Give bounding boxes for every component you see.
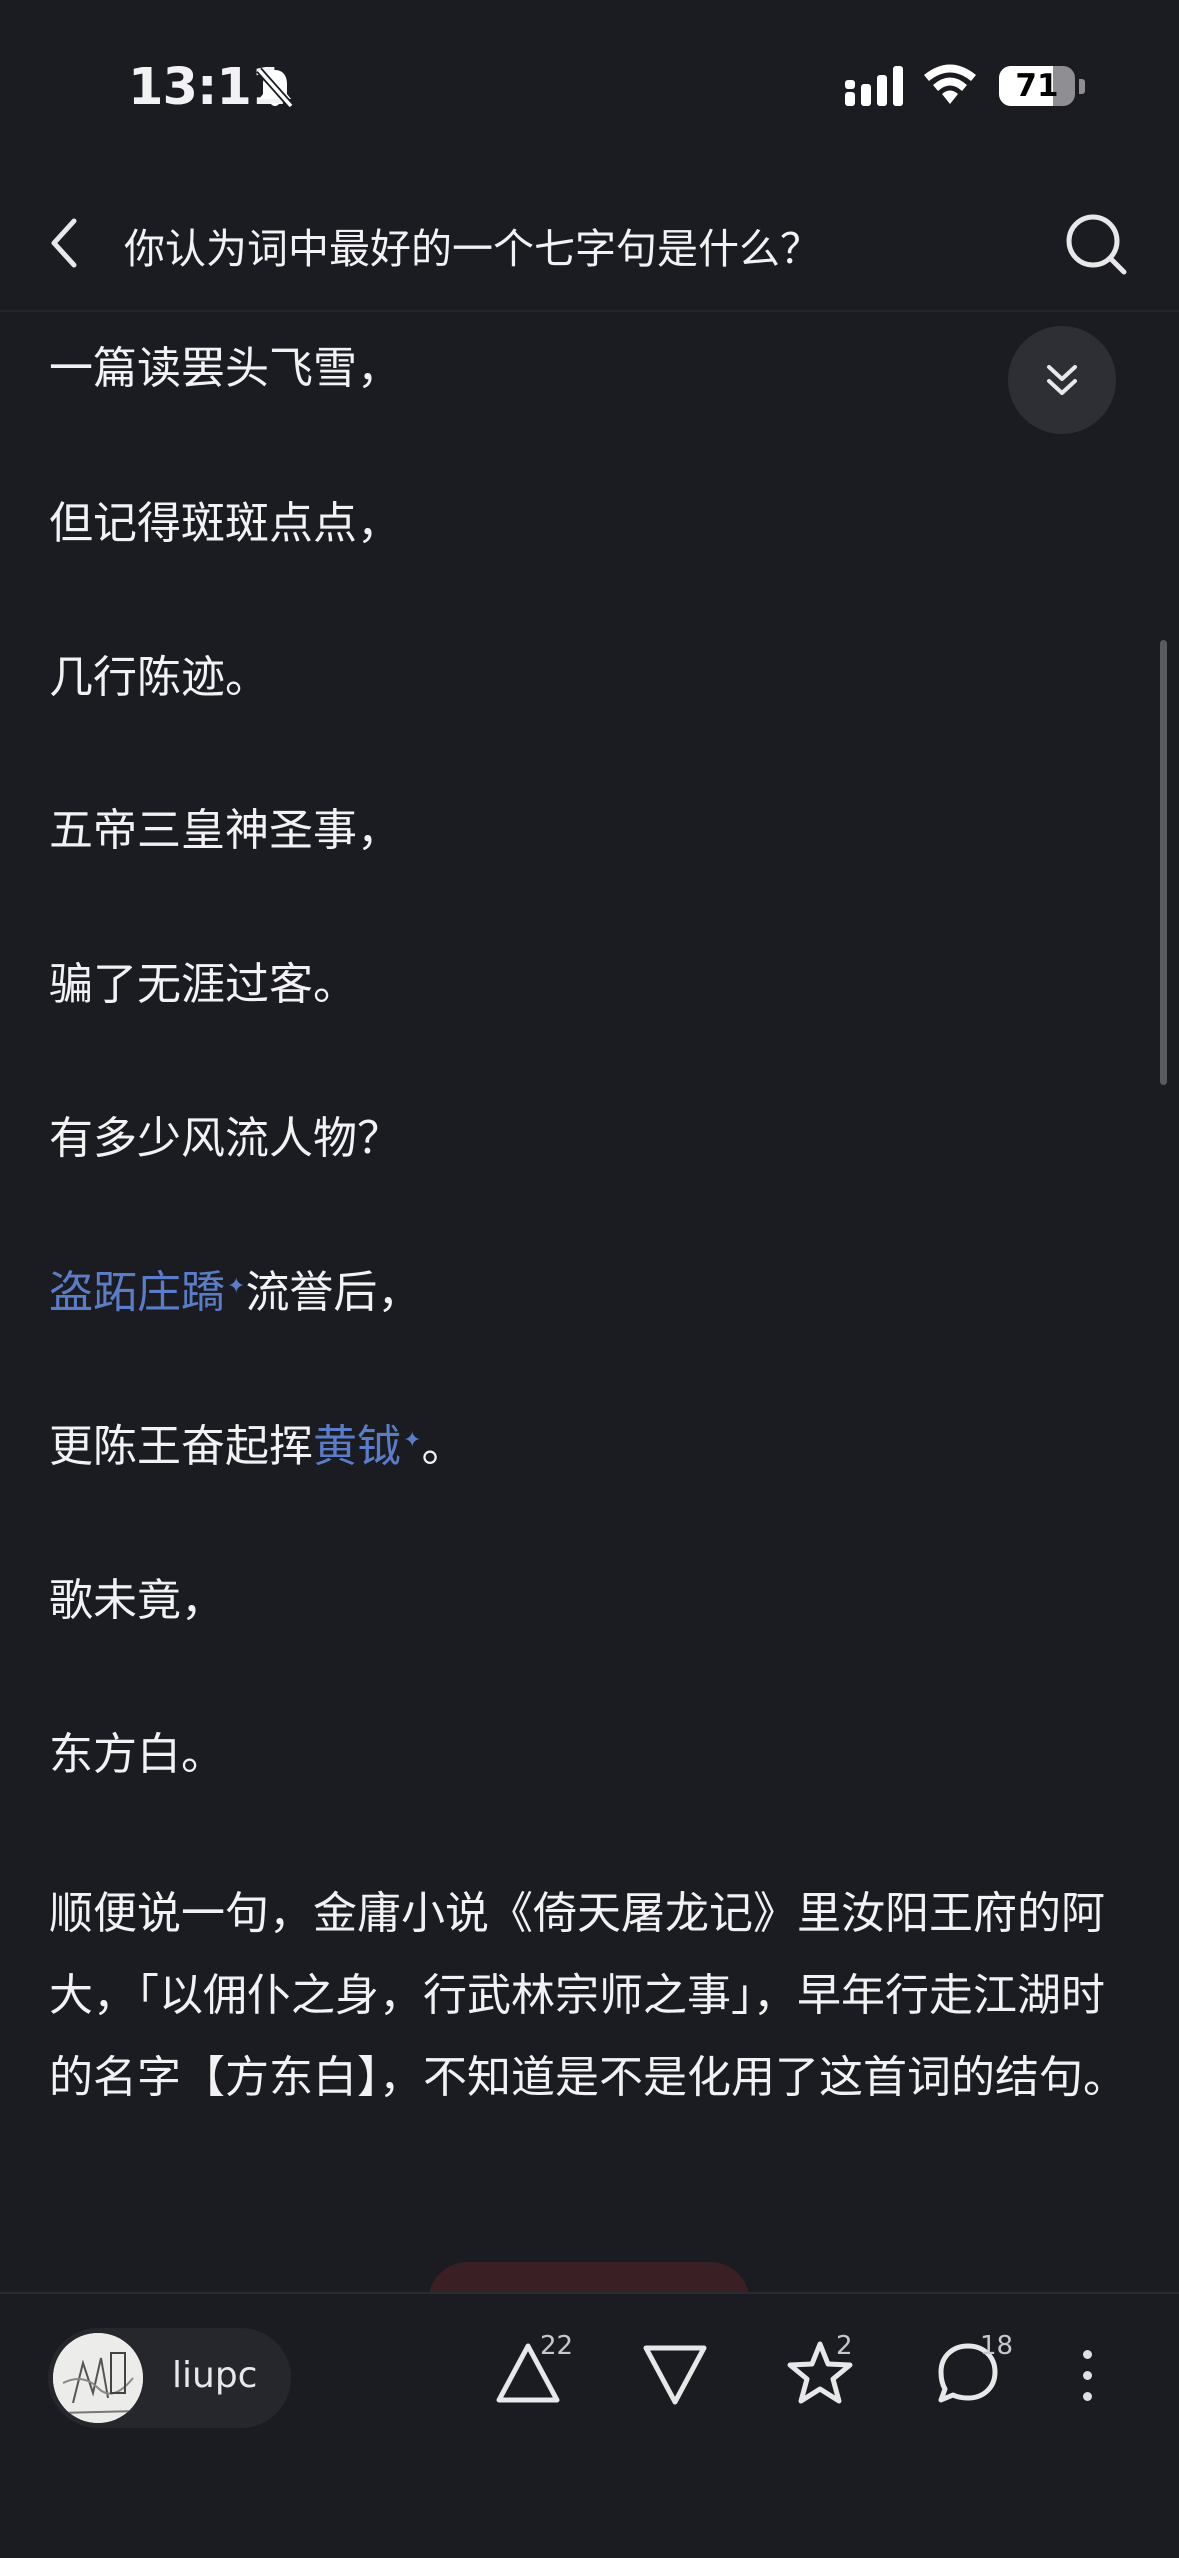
collapse-button[interactable] bbox=[1008, 326, 1116, 434]
author-chip[interactable]: liupc bbox=[48, 2328, 291, 2428]
content-line: 五帝三皇神圣事， bbox=[49, 805, 401, 856]
question-title[interactable]: 你认为词中最好的一个七字句是什么？ bbox=[124, 215, 821, 275]
content-text: 流誉后， bbox=[245, 1267, 422, 1318]
content-line: 有多少风流人物？ bbox=[49, 1113, 401, 1164]
signal-icon bbox=[845, 66, 903, 106]
keyword-link-huangyue[interactable]: 黄钺 bbox=[313, 1421, 401, 1472]
sparkle-icon: ✦ bbox=[227, 1274, 246, 1299]
wifi-icon bbox=[924, 64, 976, 104]
avatar-image bbox=[53, 2333, 143, 2423]
double-chevron-down-icon bbox=[1047, 365, 1077, 395]
content-line: 骗了无涯过客。 bbox=[49, 959, 357, 1010]
sparkle-icon: ✦ bbox=[403, 1428, 422, 1453]
content-paragraph: 顺便说一句，金庸小说《倚天屠龙记》里汝阳王府的阿大，「以佣仆之身，行武林宗师之事… bbox=[49, 1888, 1127, 2103]
status-bar: 13:11 71 bbox=[0, 0, 1179, 175]
more-options-icon[interactable] bbox=[1083, 2350, 1092, 2413]
content-line: 几行陈迹。 bbox=[49, 652, 269, 703]
search-icon[interactable] bbox=[1062, 210, 1132, 280]
downvote-icon[interactable] bbox=[640, 2338, 710, 2408]
scrollbar[interactable] bbox=[1160, 640, 1167, 1085]
back-arrow-icon[interactable] bbox=[44, 213, 84, 273]
battery-icon: 71 bbox=[999, 66, 1075, 106]
comment-count: 18 bbox=[980, 2331, 1014, 2361]
battery-cap bbox=[1079, 79, 1085, 94]
content-line: 更陈王奋起挥黄钺✦。 bbox=[49, 1421, 465, 1473]
content-line: 但记得斑斑点点， bbox=[49, 498, 401, 549]
avatar bbox=[53, 2333, 143, 2423]
content-line: 歌未竟， bbox=[49, 1575, 225, 1626]
top-nav-bar: 你认为词中最好的一个七字句是什么？ bbox=[0, 175, 1179, 312]
bell-muted-icon bbox=[256, 67, 294, 109]
content-text: 。 bbox=[421, 1421, 466, 1472]
content-line: 盗跖庄蹻✦流誉后， bbox=[49, 1267, 421, 1319]
author-name: liupc bbox=[172, 2355, 258, 2396]
favorite-count: 2 bbox=[836, 2331, 853, 2361]
keyword-link-daozhi[interactable]: 盗跖庄蹻 bbox=[49, 1267, 225, 1318]
battery-level: 71 bbox=[1015, 68, 1059, 104]
bottom-action-bar: liupc 22 2 18 bbox=[0, 2292, 1179, 2558]
content-text: 更陈王奋起挥 bbox=[49, 1421, 313, 1472]
content-line: 一篇读罢头飞雪， bbox=[49, 343, 401, 394]
content-line: 东方白。 bbox=[49, 1729, 225, 1780]
upvote-count: 22 bbox=[540, 2331, 574, 2361]
